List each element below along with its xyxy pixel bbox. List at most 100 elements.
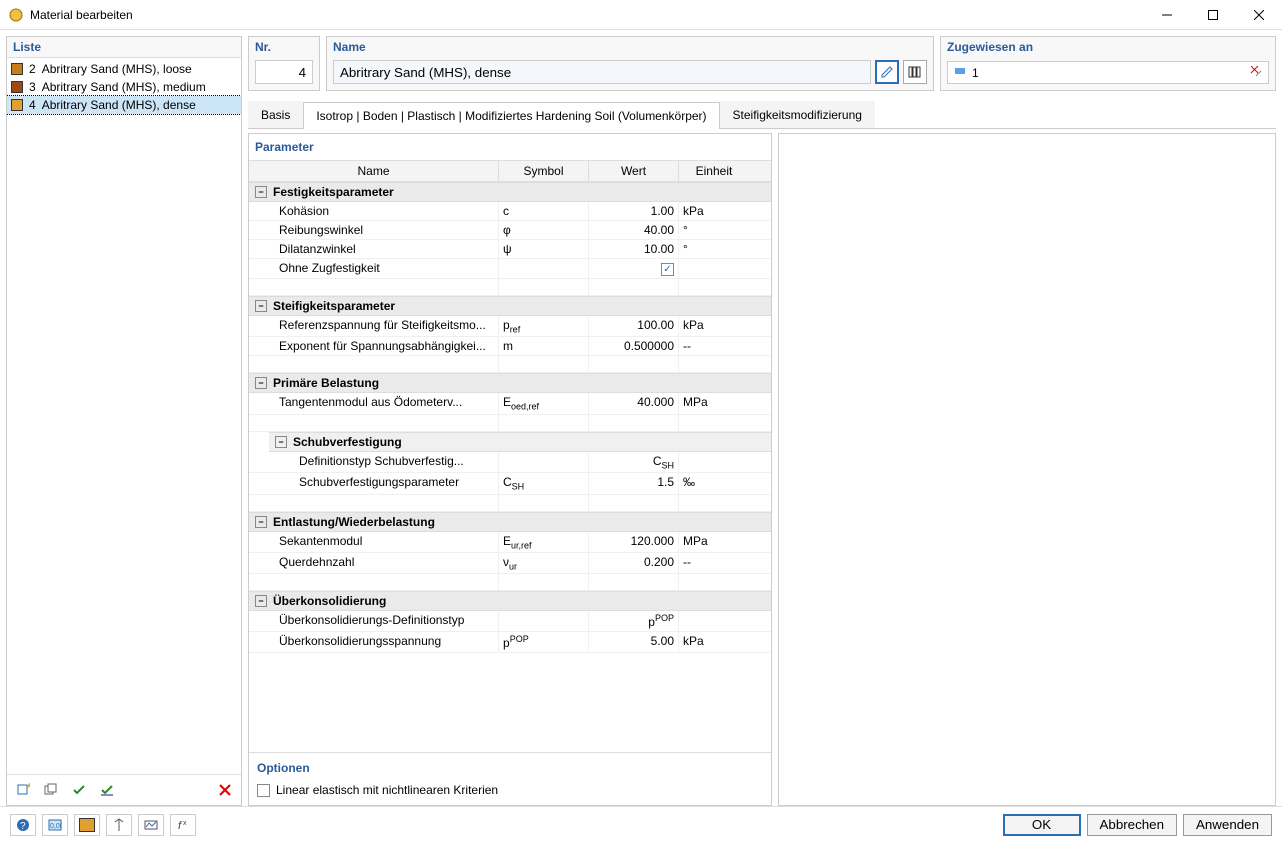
list-item-nr: 4: [29, 98, 36, 112]
copy-button[interactable]: [39, 779, 63, 801]
units-button[interactable]: 0,00: [42, 814, 68, 836]
collapse-icon[interactable]: −: [255, 516, 267, 528]
param-row[interactable]: SchubverfestigungsparameterCSH1.5‰: [249, 473, 771, 494]
col-symbol: Symbol: [499, 161, 589, 181]
ok-button[interactable]: OK: [1003, 814, 1081, 836]
params-panel: Parameter Name Symbol Wert Einheit −Fest…: [248, 133, 772, 806]
params-title: Parameter: [249, 134, 771, 160]
param-row[interactable]: Reibungswinkelφ40.00°: [249, 221, 771, 240]
options-section: Optionen Linear elastisch mit nichtlinea…: [249, 752, 771, 805]
compare-button[interactable]: [106, 814, 132, 836]
collapse-icon[interactable]: −: [255, 300, 267, 312]
apply-button[interactable]: Anwenden: [1183, 814, 1272, 836]
param-row[interactable]: Definitionstyp Schubverfestig...CSH: [249, 452, 771, 473]
list-item[interactable]: 2 Abritrary Sand (MHS), loose: [7, 60, 241, 78]
close-button[interactable]: [1236, 0, 1282, 30]
svg-text:0,00: 0,00: [50, 823, 62, 830]
assigned-panel: Zugewiesen an 1: [940, 36, 1276, 91]
list-item-label: Abritrary Sand (MHS), loose: [42, 62, 192, 76]
color-swatch: [11, 81, 23, 93]
param-row[interactable]: Referenzspannung für Steifigkeitsmo...pr…: [249, 316, 771, 337]
list-item-label: Abritrary Sand (MHS), dense: [42, 98, 196, 112]
param-row[interactable]: Dilatanzwinkelψ10.00°: [249, 240, 771, 259]
name-input[interactable]: [333, 60, 871, 84]
options-title: Optionen: [257, 761, 763, 775]
tab-basis[interactable]: Basis: [248, 101, 303, 128]
list-panel: Liste 2 Abritrary Sand (MHS), loose 3 Ab…: [6, 36, 242, 806]
param-row[interactable]: Ohne Zugfestigkeit✓: [249, 259, 771, 279]
tab-steifigkeit[interactable]: Steifigkeitsmodifizierung: [720, 101, 875, 128]
check-all-button[interactable]: [67, 779, 91, 801]
tabs: Basis Isotrop | Boden | Plastisch | Modi…: [248, 101, 1276, 129]
help-button[interactable]: ?: [10, 814, 36, 836]
param-row[interactable]: Überkonsolidierungs-DefinitionstyppPOP: [249, 611, 771, 632]
list-item-nr: 3: [29, 80, 36, 94]
collapse-icon[interactable]: −: [255, 186, 267, 198]
blank-row: [249, 574, 771, 591]
collapse-icon[interactable]: −: [255, 595, 267, 607]
color-button[interactable]: [74, 814, 100, 836]
param-row[interactable]: SekantenmodulEur,ref120.000MPa: [249, 532, 771, 553]
params-grid: Name Symbol Wert Einheit −Festigkeitspar…: [249, 160, 771, 752]
library-button[interactable]: [903, 60, 927, 84]
linear-checkbox[interactable]: [257, 784, 270, 797]
preview-panel: [778, 133, 1276, 806]
checkbox-zugfestigkeit[interactable]: ✓: [661, 263, 674, 276]
svg-text:★: ★: [26, 783, 30, 790]
nr-input[interactable]: [255, 60, 313, 84]
tab-isotrop[interactable]: Isotrop | Boden | Plastisch | Modifizier…: [303, 102, 719, 129]
check-selected-button[interactable]: [95, 779, 119, 801]
assigned-title: Zugewiesen an: [941, 37, 1275, 57]
new-button[interactable]: ★: [11, 779, 35, 801]
param-row[interactable]: ÜberkonsolidierungsspannungpPOP5.00kPa: [249, 632, 771, 653]
nr-label: Nr.: [249, 37, 319, 57]
color-swatch: [11, 63, 23, 75]
blank-row: [249, 495, 771, 512]
name-label: Name: [327, 37, 933, 57]
group-festigkeit[interactable]: −Festigkeitsparameter: [249, 182, 771, 202]
minimize-button[interactable]: [1144, 0, 1190, 30]
window-title: Material bearbeiten: [30, 8, 1144, 22]
blank-row: [249, 356, 771, 373]
assigned-value: 1: [972, 66, 979, 80]
col-unit: Einheit: [679, 161, 749, 181]
param-row[interactable]: Kohäsionc1.00kPa: [249, 202, 771, 221]
collapse-icon[interactable]: −: [275, 436, 287, 448]
grid-header: Name Symbol Wert Einheit: [249, 160, 771, 182]
col-value: Wert: [589, 161, 679, 181]
cancel-button[interactable]: Abbrechen: [1087, 814, 1177, 836]
material-list: 2 Abritrary Sand (MHS), loose 3 Abritrar…: [7, 58, 241, 774]
delete-button[interactable]: [213, 779, 237, 801]
param-row[interactable]: Tangentenmodul aus Ödometerv...Eoed,ref4…: [249, 393, 771, 414]
group-schub[interactable]: −Schubverfestigung: [269, 432, 771, 452]
param-row[interactable]: Exponent für Spannungsabhängigkei...m0.5…: [249, 337, 771, 356]
col-name: Name: [249, 161, 499, 181]
edit-name-button[interactable]: [875, 60, 899, 84]
remove-assignment-icon[interactable]: [1250, 65, 1262, 80]
list-item[interactable]: 3 Abritrary Sand (MHS), medium: [7, 78, 241, 96]
group-ueber[interactable]: −Überkonsolidierung: [249, 591, 771, 611]
collapse-icon[interactable]: −: [255, 377, 267, 389]
list-toolbar: ★: [7, 774, 241, 805]
name-block: Name: [326, 36, 934, 91]
list-title: Liste: [7, 37, 241, 58]
function-button[interactable]: fx: [170, 814, 196, 836]
list-item-label: Abritrary Sand (MHS), medium: [42, 80, 206, 94]
list-item[interactable]: 4 Abritrary Sand (MHS), dense: [7, 96, 241, 114]
svg-text:?: ?: [20, 821, 26, 832]
color-swatch-icon: [79, 818, 95, 832]
group-entlastung[interactable]: −Entlastung/Wiederbelastung: [249, 512, 771, 532]
maximize-button[interactable]: [1190, 0, 1236, 30]
chart-button[interactable]: [138, 814, 164, 836]
assigned-icon: [954, 65, 966, 80]
group-primar[interactable]: −Primäre Belastung: [249, 373, 771, 393]
list-item-nr: 2: [29, 62, 36, 76]
blank-row: [249, 415, 771, 432]
svg-text:f: f: [178, 820, 182, 832]
blank-row: [249, 279, 771, 296]
group-steifigkeit[interactable]: −Steifigkeitsparameter: [249, 296, 771, 316]
color-swatch: [11, 99, 23, 111]
nr-block: Nr.: [248, 36, 320, 91]
assigned-row[interactable]: 1: [947, 61, 1269, 84]
param-row[interactable]: Querdehnzahlνur0.200--: [249, 553, 771, 574]
